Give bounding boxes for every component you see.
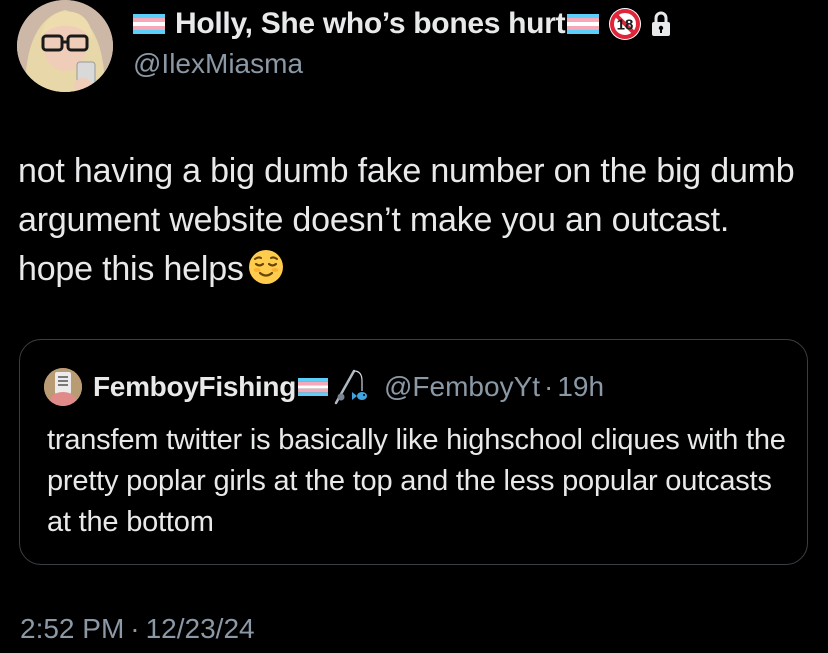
quoted-author-handle[interactable]: @FemboyYt (384, 371, 540, 403)
lock-icon (652, 11, 671, 36)
separator-dot: · (544, 371, 554, 402)
svg-text:18: 18 (617, 17, 634, 34)
tweet-text: not having a big dumb fake number on the… (18, 147, 808, 294)
fishing-rod-icon (334, 369, 367, 405)
author-handle[interactable]: @IlexMiasma (133, 48, 303, 80)
relieved-face-emoji (248, 250, 283, 284)
author-name-row: Holly, She who’s bones hurt 18 (133, 4, 671, 44)
transgender-flag-icon (133, 14, 165, 34)
author-avatar[interactable] (17, 0, 113, 92)
tweet-timestamp[interactable]: 2:52 PM · 12/23/24 (20, 613, 255, 645)
no-under-18-icon: 18 (609, 8, 642, 40)
quoted-author-name[interactable]: FemboyFishing (93, 371, 296, 403)
separator-dot: · (130, 613, 140, 644)
quoted-tweet-time[interactable]: 19h (557, 371, 604, 403)
quoted-tweet-text: transfem twitter is basically like highs… (47, 424, 786, 538)
author-name[interactable]: Holly, She who’s bones hurt (175, 7, 566, 41)
tweet-body: not having a big dumb fake number on the… (18, 152, 795, 288)
quoted-tweet-header: FemboyFishing @FemboyYt · 19h (44, 367, 604, 407)
timestamp-date: 12/23/24 (145, 613, 255, 644)
quoted-tweet-card[interactable]: FemboyFishing @FemboyYt · 19h transfem t… (19, 339, 808, 565)
quoted-author-avatar[interactable] (44, 368, 82, 406)
timestamp-time: 2:52 PM (20, 613, 125, 644)
transgender-flag-icon (567, 14, 600, 34)
transgender-flag-icon (298, 378, 328, 396)
